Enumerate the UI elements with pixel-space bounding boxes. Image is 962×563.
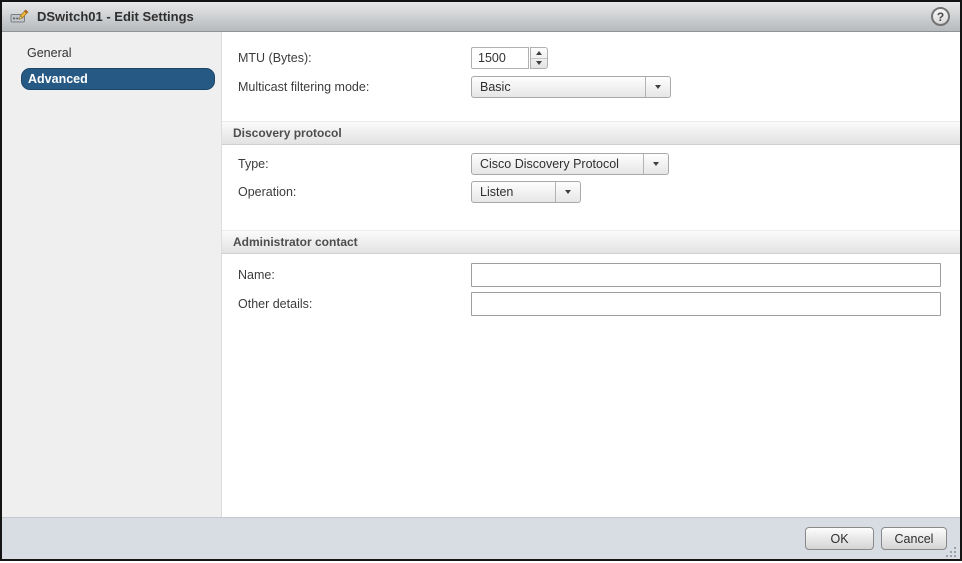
sidebar-item-general[interactable]: General [21, 42, 215, 64]
distributed-switch-edit-icon [10, 9, 30, 25]
sidebar-item-label: Advanced [28, 72, 88, 86]
sidebar-item-advanced[interactable]: Advanced [21, 68, 215, 90]
operation-dropdown[interactable]: Listen [471, 181, 581, 203]
admin-name-row: Name: [222, 263, 960, 287]
dialog-footer: OK Cancel [2, 517, 960, 559]
name-input[interactable] [471, 263, 941, 287]
mtu-stepper [530, 47, 548, 69]
cancel-button[interactable]: Cancel [881, 527, 947, 550]
discovery-type-dropdown[interactable]: Cisco Discovery Protocol [471, 153, 669, 175]
multicast-mode-dropdown[interactable]: Basic [471, 76, 671, 98]
name-label: Name: [222, 268, 471, 282]
help-button[interactable]: ? [931, 7, 950, 26]
advanced-settings-panel: MTU (Bytes): Multicast filtering mode [222, 32, 960, 517]
sidebar-item-label: General [27, 46, 71, 60]
dropdown-arrow-button[interactable] [555, 182, 580, 202]
settings-nav: General Advanced [2, 32, 222, 517]
administrator-contact-section-header: Administrator contact [222, 230, 960, 254]
resize-grip[interactable] [946, 545, 957, 556]
mtu-row: MTU (Bytes): [222, 47, 960, 69]
dialog-titlebar: DSwitch01 - Edit Settings ? [2, 2, 960, 32]
type-label: Type: [222, 157, 471, 171]
discovery-protocol-section-header: Discovery protocol [222, 121, 960, 145]
section-title: Discovery protocol [233, 126, 342, 140]
admin-other-details-row: Other details: [222, 292, 960, 316]
other-details-input[interactable] [471, 292, 941, 316]
multicast-row: Multicast filtering mode: Basic [222, 76, 960, 98]
dialog-body: General Advanced MTU (Bytes): [2, 32, 960, 517]
operation-row: Operation: Listen [222, 181, 960, 203]
dropdown-arrow-icon [653, 162, 659, 166]
discovery-type-row: Type: Cisco Discovery Protocol [222, 153, 960, 175]
down-arrow-icon [536, 61, 542, 65]
mtu-input[interactable] [471, 47, 529, 69]
discovery-type-value: Cisco Discovery Protocol [472, 157, 643, 171]
dialog-title: DSwitch01 - Edit Settings [37, 9, 194, 24]
up-arrow-icon [536, 51, 542, 55]
mtu-spinner-up-button[interactable] [531, 48, 547, 58]
dropdown-arrow-button[interactable] [645, 77, 670, 97]
dropdown-arrow-icon [565, 190, 571, 194]
other-details-label: Other details: [222, 297, 471, 311]
multicast-mode-value: Basic [472, 80, 645, 94]
ok-button[interactable]: OK [805, 527, 874, 550]
operation-label: Operation: [222, 185, 471, 199]
dropdown-arrow-button[interactable] [643, 154, 668, 174]
multicast-mode-label: Multicast filtering mode: [222, 80, 471, 94]
mtu-spinner-down-button[interactable] [531, 58, 547, 69]
mtu-spinner [471, 47, 548, 69]
dropdown-arrow-icon [655, 85, 661, 89]
edit-settings-dialog: DSwitch01 - Edit Settings ? General Adva… [0, 0, 962, 561]
mtu-label: MTU (Bytes): [222, 51, 471, 65]
help-icon: ? [937, 11, 944, 23]
section-title: Administrator contact [233, 235, 358, 249]
operation-value: Listen [472, 185, 555, 199]
